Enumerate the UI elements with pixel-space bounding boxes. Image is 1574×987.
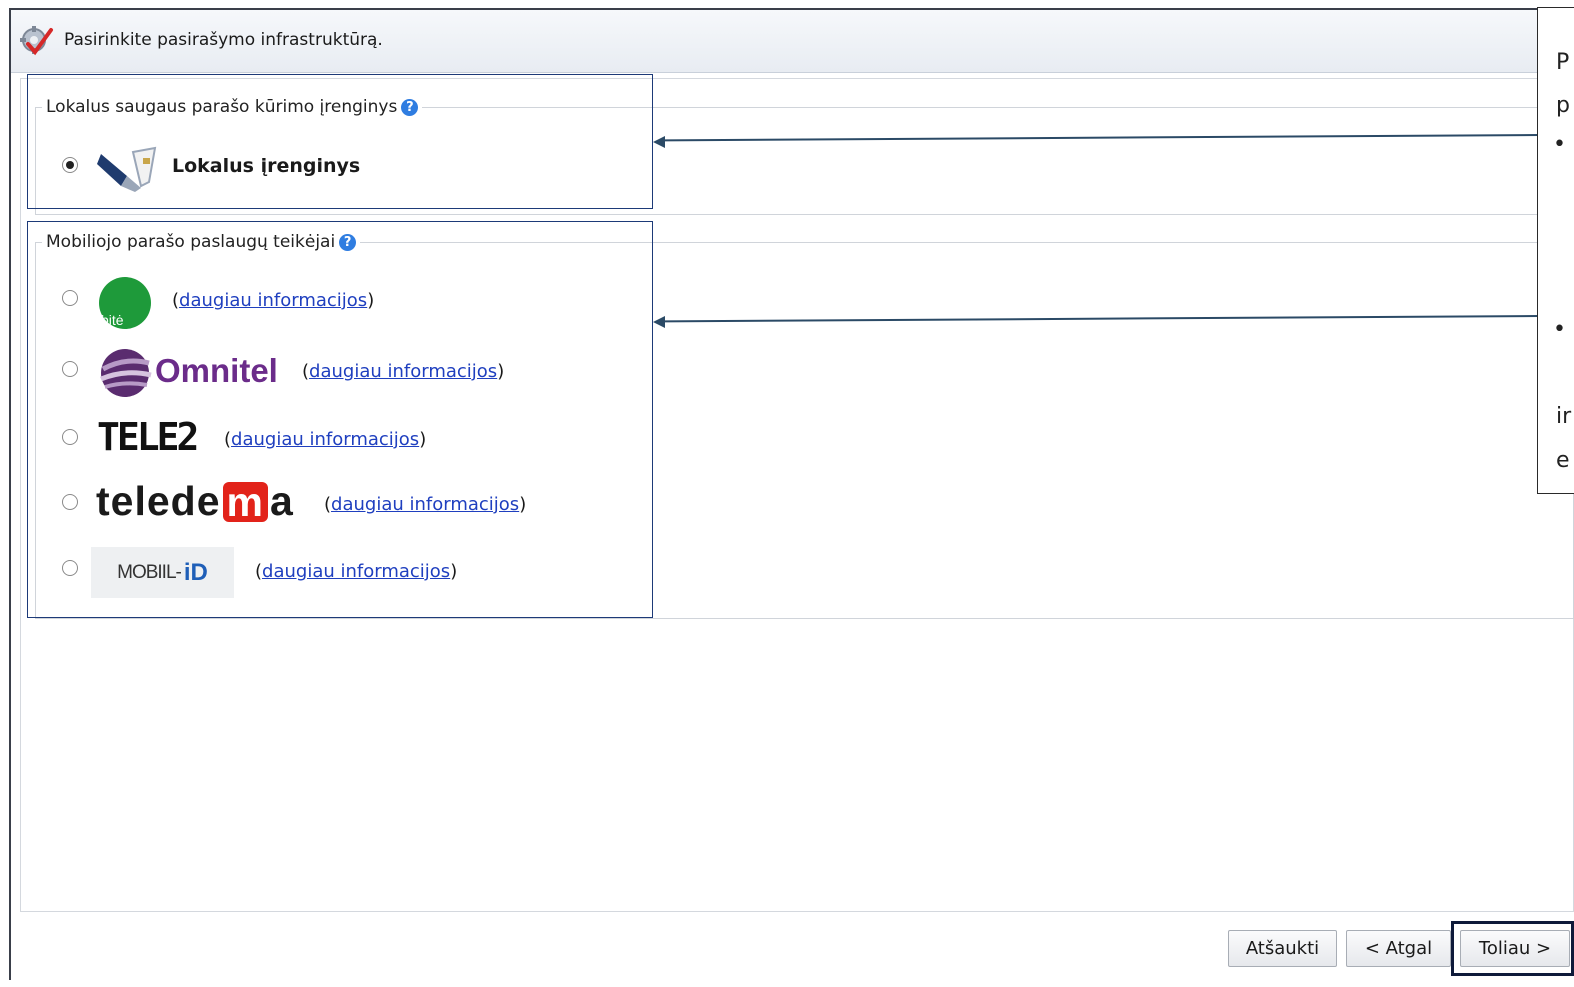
note-line: e <box>1556 448 1570 473</box>
note-line: ir <box>1556 404 1572 429</box>
mobile-providers-highlight <box>27 221 653 618</box>
back-button[interactable]: < Atgal <box>1346 930 1451 967</box>
cancel-button[interactable]: Atšaukti <box>1228 930 1337 967</box>
annotation-arrowhead <box>653 316 665 328</box>
note-bullet: • <box>1553 132 1566 157</box>
dialog-title: Pasirinkite pasirašymo infrastruktūrą. <box>64 30 383 50</box>
dialog-header: Pasirinkite pasirašymo infrastruktūrą. <box>11 10 1574 73</box>
annotation-note: P p • • ir e <box>1537 7 1574 494</box>
note-line: p <box>1556 93 1570 118</box>
signature-settings-icon <box>20 26 53 56</box>
next-button[interactable]: Toliau > <box>1460 930 1570 967</box>
note-bullet: • <box>1553 317 1566 342</box>
annotation-arrowhead <box>653 136 665 148</box>
local-device-highlight <box>27 74 653 209</box>
note-line: P <box>1556 50 1570 75</box>
